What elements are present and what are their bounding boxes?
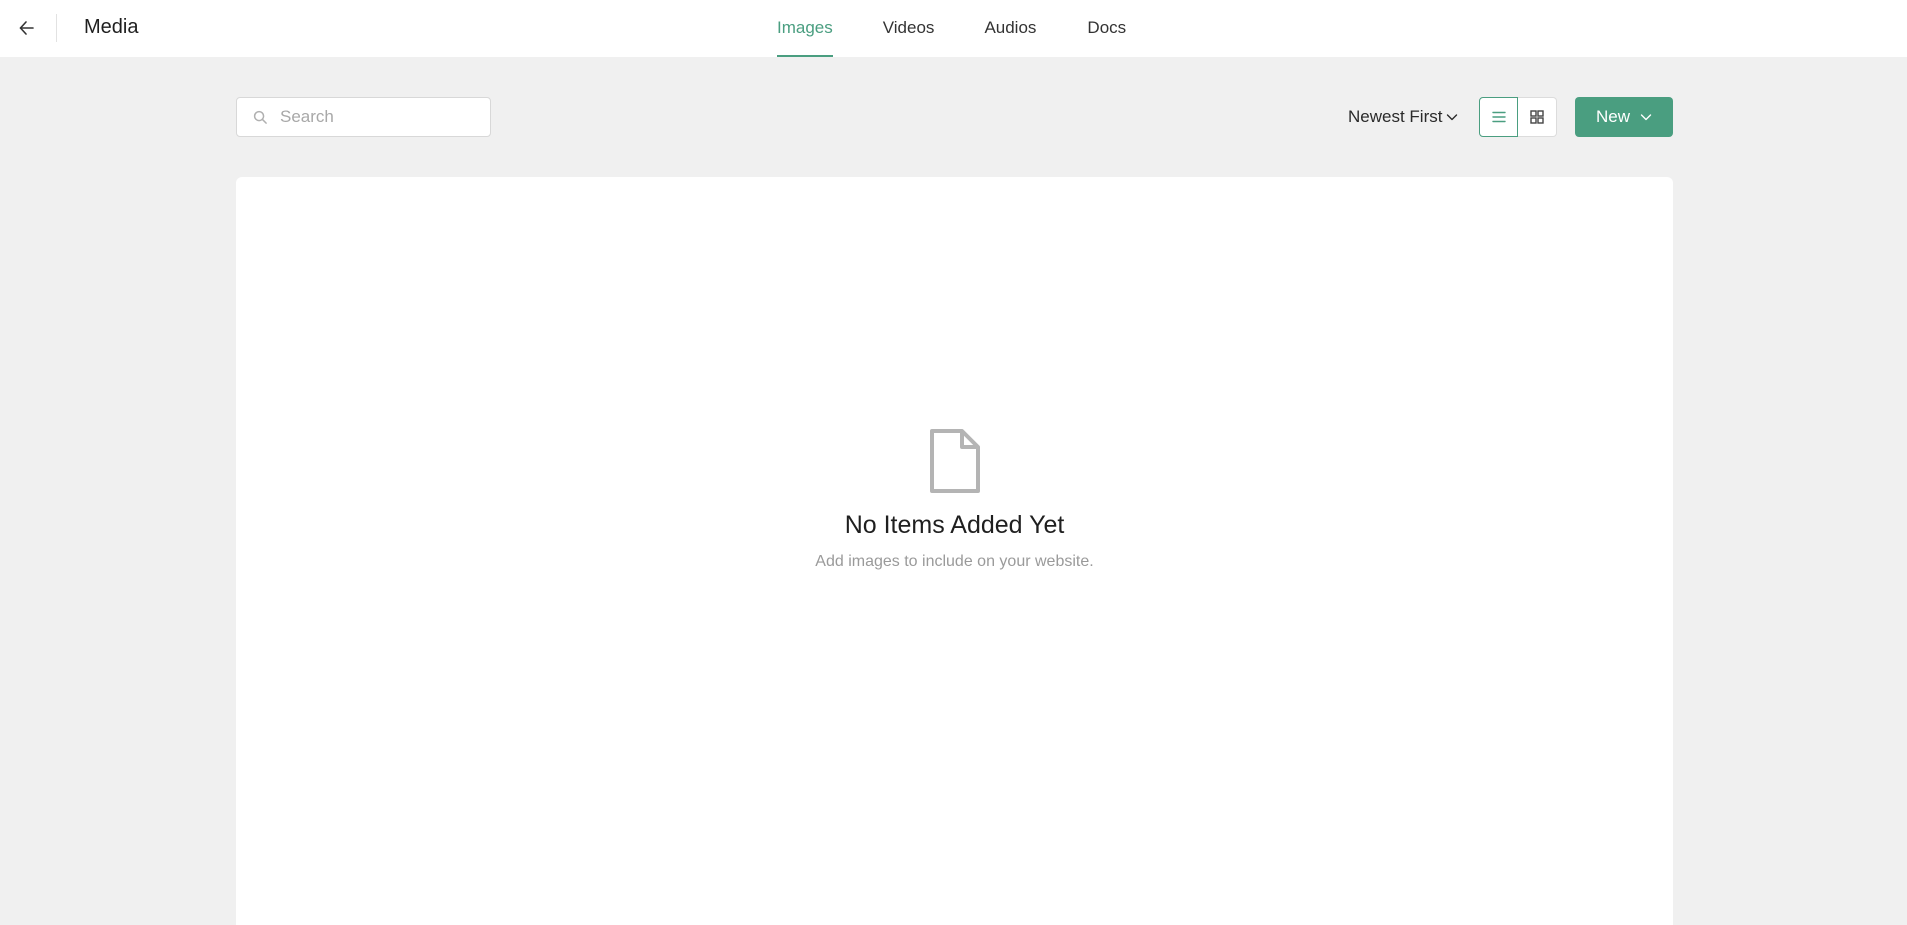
header-divider <box>56 14 57 42</box>
new-button[interactable]: New <box>1575 97 1673 137</box>
tab-audios[interactable]: Audios <box>984 0 1036 57</box>
list-icon <box>1491 111 1506 123</box>
arrow-left-icon <box>19 21 34 35</box>
sort-dropdown[interactable]: Newest First <box>1348 104 1458 130</box>
grid-icon <box>1530 110 1544 124</box>
view-toggle <box>1479 97 1557 137</box>
chevron-down-icon <box>1640 114 1652 121</box>
media-type-tabs: Images Videos Audios Docs <box>777 0 1126 57</box>
empty-state: No Items Added Yet Add images to include… <box>236 428 1673 572</box>
empty-state-subtitle: Add images to include on your website. <box>815 553 1094 570</box>
chevron-down-icon <box>1447 114 1458 121</box>
tab-videos[interactable]: Videos <box>883 0 935 57</box>
file-icon <box>929 429 980 493</box>
back-button[interactable] <box>14 15 40 41</box>
new-button-label: New <box>1595 107 1630 126</box>
grid-view-button[interactable] <box>1518 97 1557 137</box>
page-title: Media <box>84 16 139 38</box>
list-view-button[interactable] <box>1479 97 1518 137</box>
search-box <box>236 97 491 137</box>
empty-state-title: No Items Added Yet <box>844 511 1065 539</box>
tab-images[interactable]: Images <box>777 0 833 57</box>
sort-selected-label: Newest First <box>1348 107 1443 126</box>
media-panel: No Items Added Yet Add images to include… <box>236 177 1673 925</box>
top-bar: Media Images Videos Audios Docs <box>0 0 1907 57</box>
tab-docs[interactable]: Docs <box>1087 0 1126 57</box>
search-input[interactable] <box>280 107 480 127</box>
search-icon <box>252 109 268 125</box>
